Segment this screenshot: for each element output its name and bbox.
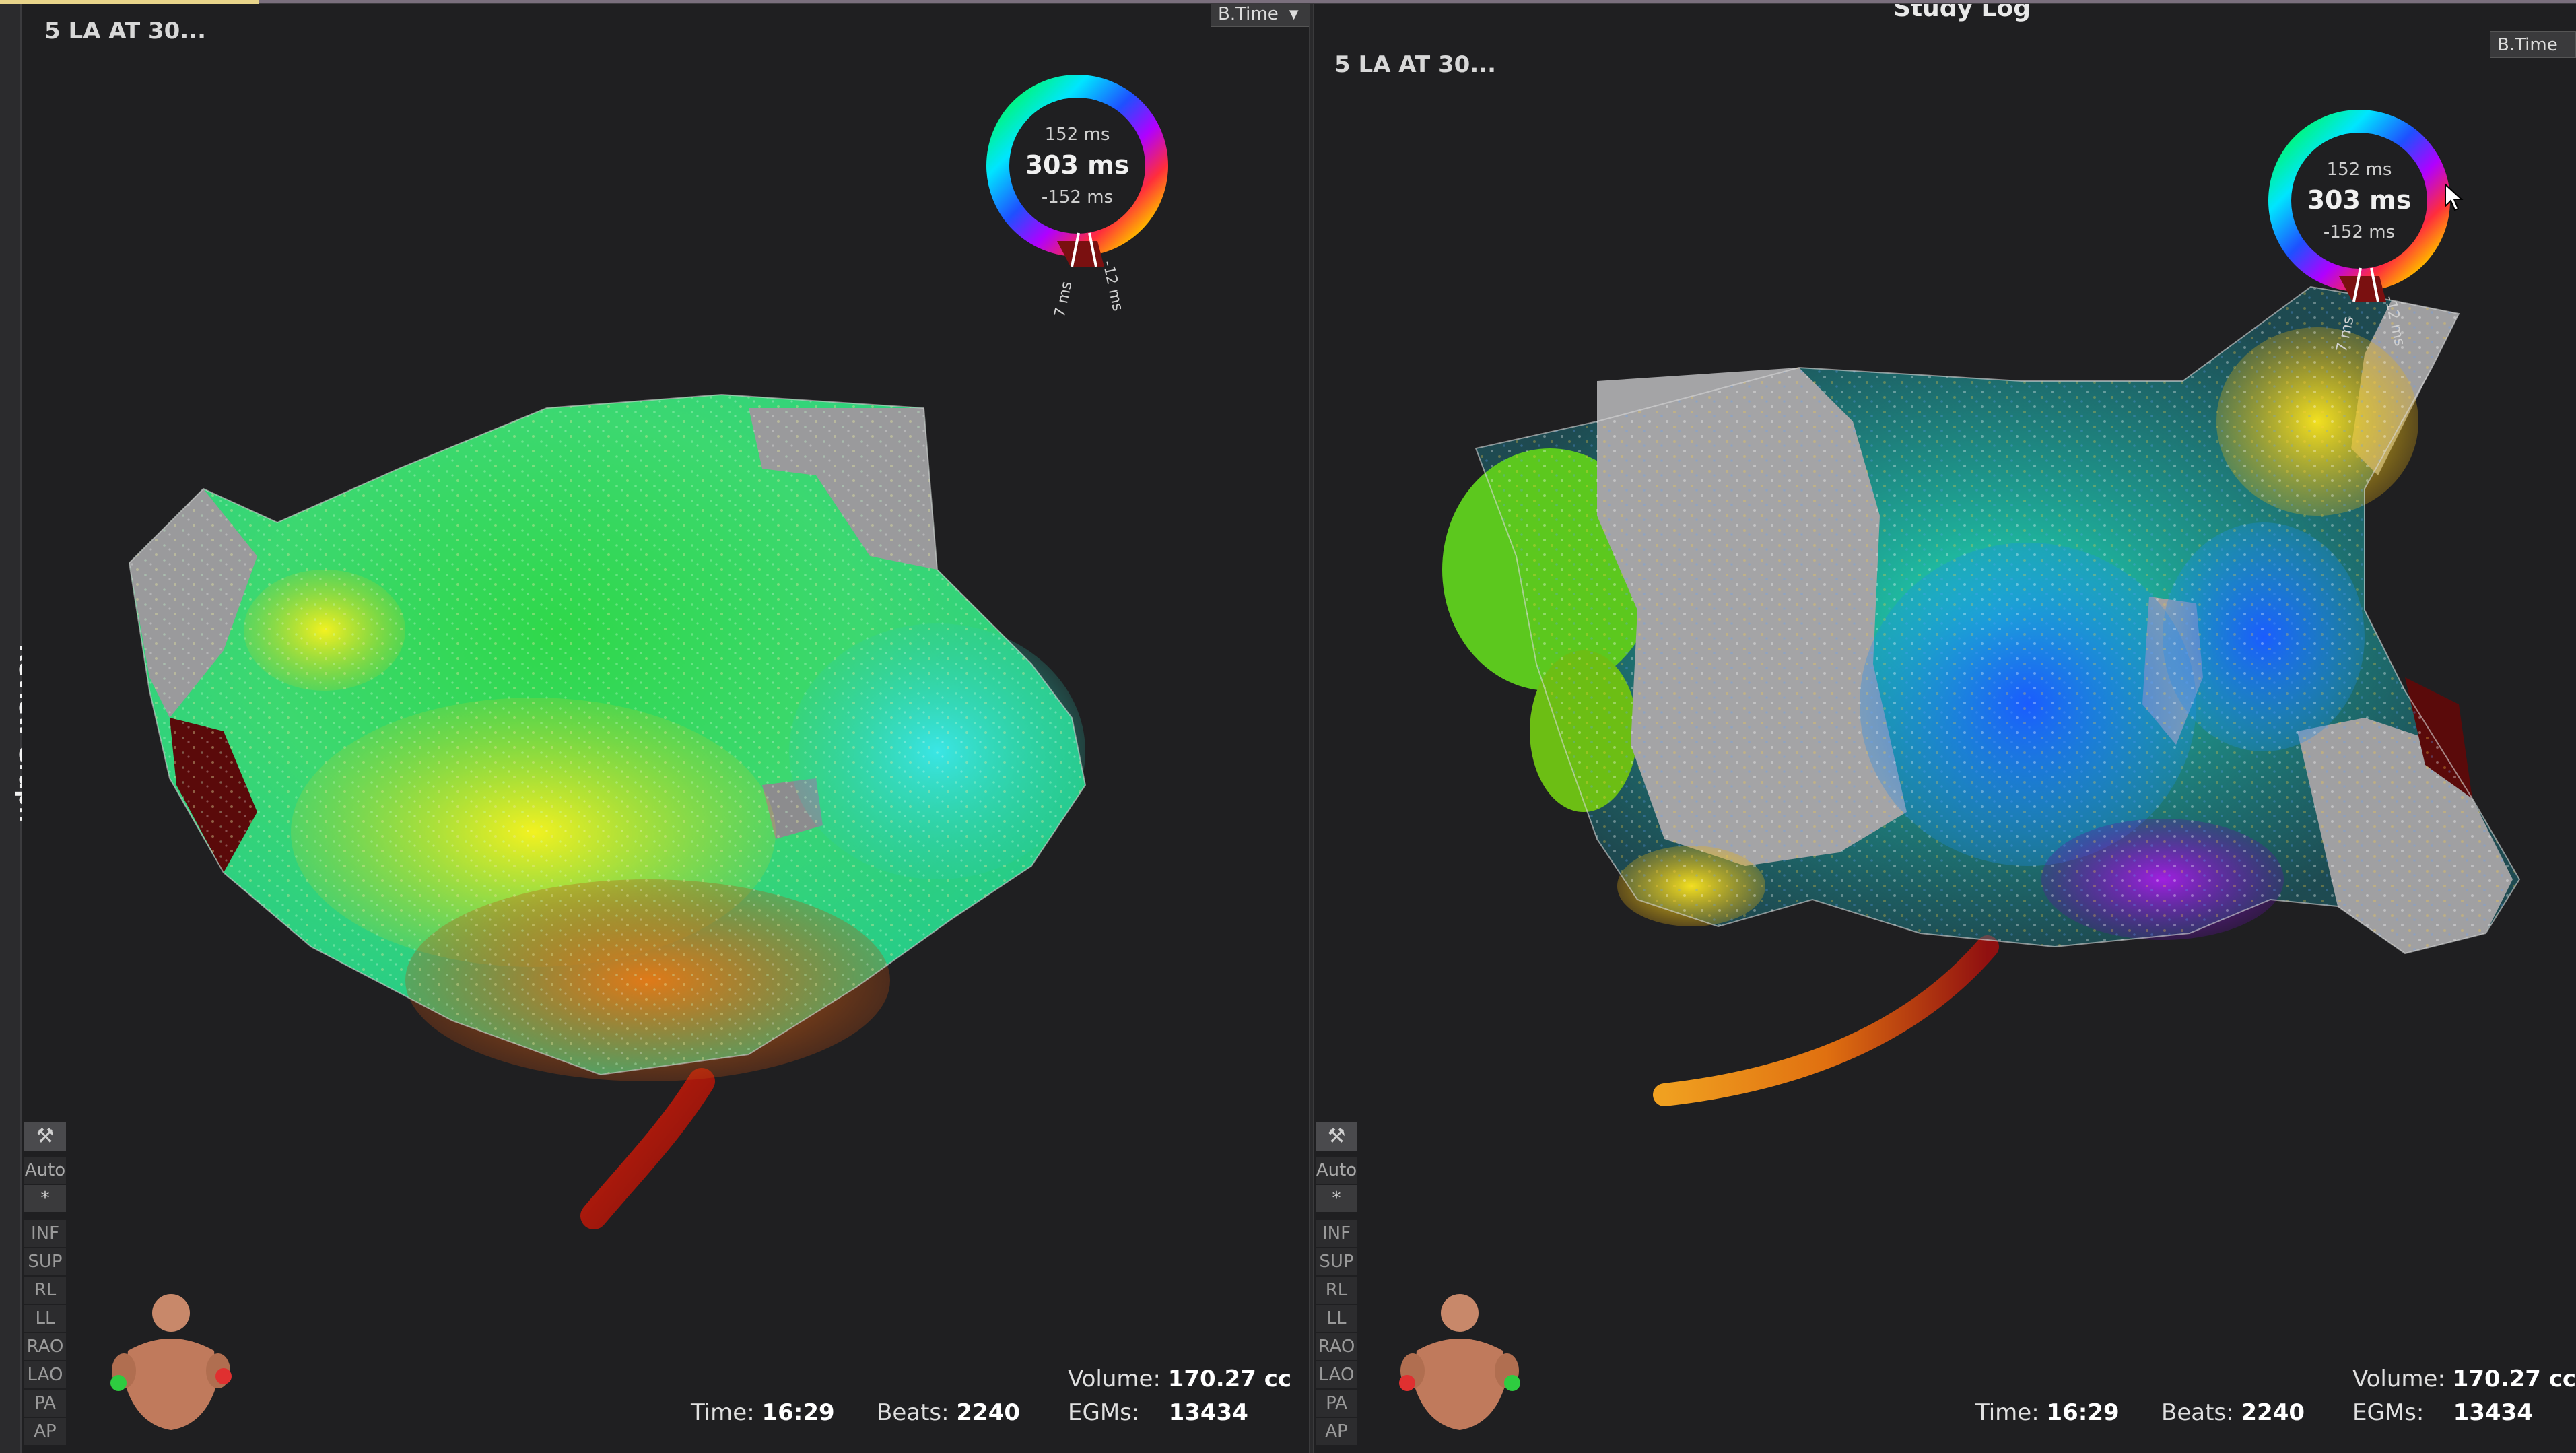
volume-value: 170.27 cc xyxy=(1167,1365,1292,1392)
time-value: 16:29 xyxy=(761,1399,835,1426)
left-egm-points xyxy=(129,395,1085,1075)
top-bar-line xyxy=(259,0,2576,3)
ring-window-marker xyxy=(2339,276,2386,302)
view-button-ll[interactable]: LL xyxy=(1316,1305,1357,1332)
ring-bottom-label: -152 ms xyxy=(2324,222,2395,242)
view-button-lao[interactable]: LAO xyxy=(24,1361,66,1388)
view-button-pa[interactable]: PA xyxy=(24,1390,66,1417)
torso-orientation-icon[interactable] xyxy=(1392,1283,1527,1438)
auto-button[interactable]: Auto xyxy=(24,1157,66,1184)
torso-orientation-icon[interactable] xyxy=(104,1283,238,1438)
egms-readout: EGMs: 13434 xyxy=(2352,1399,2533,1426)
view-button-lao[interactable]: LAO xyxy=(1316,1361,1357,1388)
map-title: 5 LA AT 30... xyxy=(44,18,207,44)
btime-dropdown-label: B.Time xyxy=(1218,4,1279,24)
view-button-ll[interactable]: LL xyxy=(24,1305,66,1332)
ring-tick-left-label: 7 ms xyxy=(1052,280,1076,319)
ring-tick-left-label: 7 ms xyxy=(2334,315,2358,354)
volume-readout: Volume: 170.27 cc xyxy=(2352,1365,2576,1392)
right-catheter-body xyxy=(1653,935,1999,1106)
star-button[interactable]: * xyxy=(24,1185,66,1212)
ring-center-label: 303 ms xyxy=(2307,185,2412,215)
auto-button[interactable]: Auto xyxy=(1316,1157,1357,1184)
beats-readout: Beats: 2240 xyxy=(2161,1399,2305,1426)
view-button-ap[interactable]: AP xyxy=(1316,1418,1357,1445)
view-button-sup[interactable]: SUP xyxy=(1316,1248,1357,1275)
map-viewport-left[interactable]: 5 LA AT 30... B.Time ▼ 152 ms 303 ms -152… xyxy=(22,4,1309,1453)
egms-label: EGMs: xyxy=(2352,1399,2425,1426)
volume-readout: Volume: 170.27 cc xyxy=(1068,1365,1291,1392)
volume-label: Volume: xyxy=(1068,1365,1161,1392)
wrench-icon[interactable]: ⚒ xyxy=(24,1122,66,1151)
volume-value: 170.27 cc xyxy=(2452,1365,2576,1392)
view-button-rl[interactable]: RL xyxy=(24,1277,66,1304)
map-viewport-right[interactable]: 5 LA AT 30... Study Log B.Time 152 ms 30… xyxy=(1314,4,2576,1453)
panel-divider[interactable] xyxy=(1309,4,1314,1453)
ring-window-marker xyxy=(1057,241,1104,267)
time-readout: Time: 16:29 xyxy=(691,1399,835,1426)
star-button[interactable]: * xyxy=(1316,1185,1357,1212)
view-button-rl[interactable]: RL xyxy=(1316,1277,1357,1304)
beats-readout: Beats: 2240 xyxy=(877,1399,1020,1426)
beats-value: 2240 xyxy=(2241,1399,2305,1426)
btime-dropdown[interactable]: B.Time ▼ xyxy=(1211,4,1309,27)
time-value: 16:29 xyxy=(2046,1399,2120,1426)
wrench-icon[interactable]: ⚒ xyxy=(1316,1122,1357,1151)
egms-readout: EGMs: 13434 xyxy=(1068,1399,1248,1426)
beats-label: Beats: xyxy=(877,1399,949,1426)
ring-top-label: 152 ms xyxy=(2327,160,2392,180)
activation-color-ring[interactable]: 152 ms 303 ms -152 ms 7 ms -12 ms xyxy=(2258,100,2460,356)
time-label: Time: xyxy=(1975,1399,2039,1426)
ring-tick-right-label: -12 ms xyxy=(1099,259,1126,312)
beats-value: 2240 xyxy=(956,1399,1021,1426)
view-button-ap[interactable]: AP xyxy=(24,1418,66,1445)
ring-bottom-label: -152 ms xyxy=(1042,187,1113,207)
mouse-cursor-icon xyxy=(2445,183,2464,211)
study-log-header: Study Log xyxy=(1893,4,2031,22)
view-button-inf[interactable]: INF xyxy=(1316,1220,1357,1247)
view-button-rao[interactable]: RAO xyxy=(1316,1333,1357,1360)
btime-dropdown-label: B.Time xyxy=(2497,35,2558,55)
volume-label: Volume: xyxy=(2352,1365,2445,1392)
sidebar-review-graph[interactable]: Review Graph xyxy=(0,4,40,1453)
map-title: 5 LA AT 30... xyxy=(1334,51,1497,78)
egms-label: EGMs: xyxy=(1068,1399,1140,1426)
left-catheter-body xyxy=(580,1068,715,1229)
egms-value: 13434 xyxy=(1168,1399,1248,1426)
time-readout: Time: 16:29 xyxy=(1975,1399,2120,1426)
egms-value: 13434 xyxy=(2453,1399,2533,1426)
view-orientation-buttons: ⚒ Auto * INF SUP RL LL RAO LAO PA AP xyxy=(24,1122,66,1446)
view-button-rao[interactable]: RAO xyxy=(24,1333,66,1360)
ring-tick-right-label: -12 ms xyxy=(2381,294,2408,347)
btime-dropdown[interactable]: B.Time xyxy=(2490,31,2576,58)
view-button-sup[interactable]: SUP xyxy=(24,1248,66,1275)
ring-center-label: 303 ms xyxy=(1025,150,1130,180)
beats-label: Beats: xyxy=(2161,1399,2234,1426)
view-button-pa[interactable]: PA xyxy=(1316,1390,1357,1417)
chevron-down-icon: ▼ xyxy=(1289,7,1299,22)
time-label: Time: xyxy=(691,1399,755,1426)
activation-color-ring[interactable]: 152 ms 303 ms -152 ms 7 ms -12 ms xyxy=(976,65,1178,320)
view-button-inf[interactable]: INF xyxy=(24,1220,66,1247)
view-orientation-buttons: ⚒ Auto * INF SUP RL LL RAO LAO PA AP xyxy=(1316,1122,1357,1446)
ring-top-label: 152 ms xyxy=(1045,125,1110,145)
